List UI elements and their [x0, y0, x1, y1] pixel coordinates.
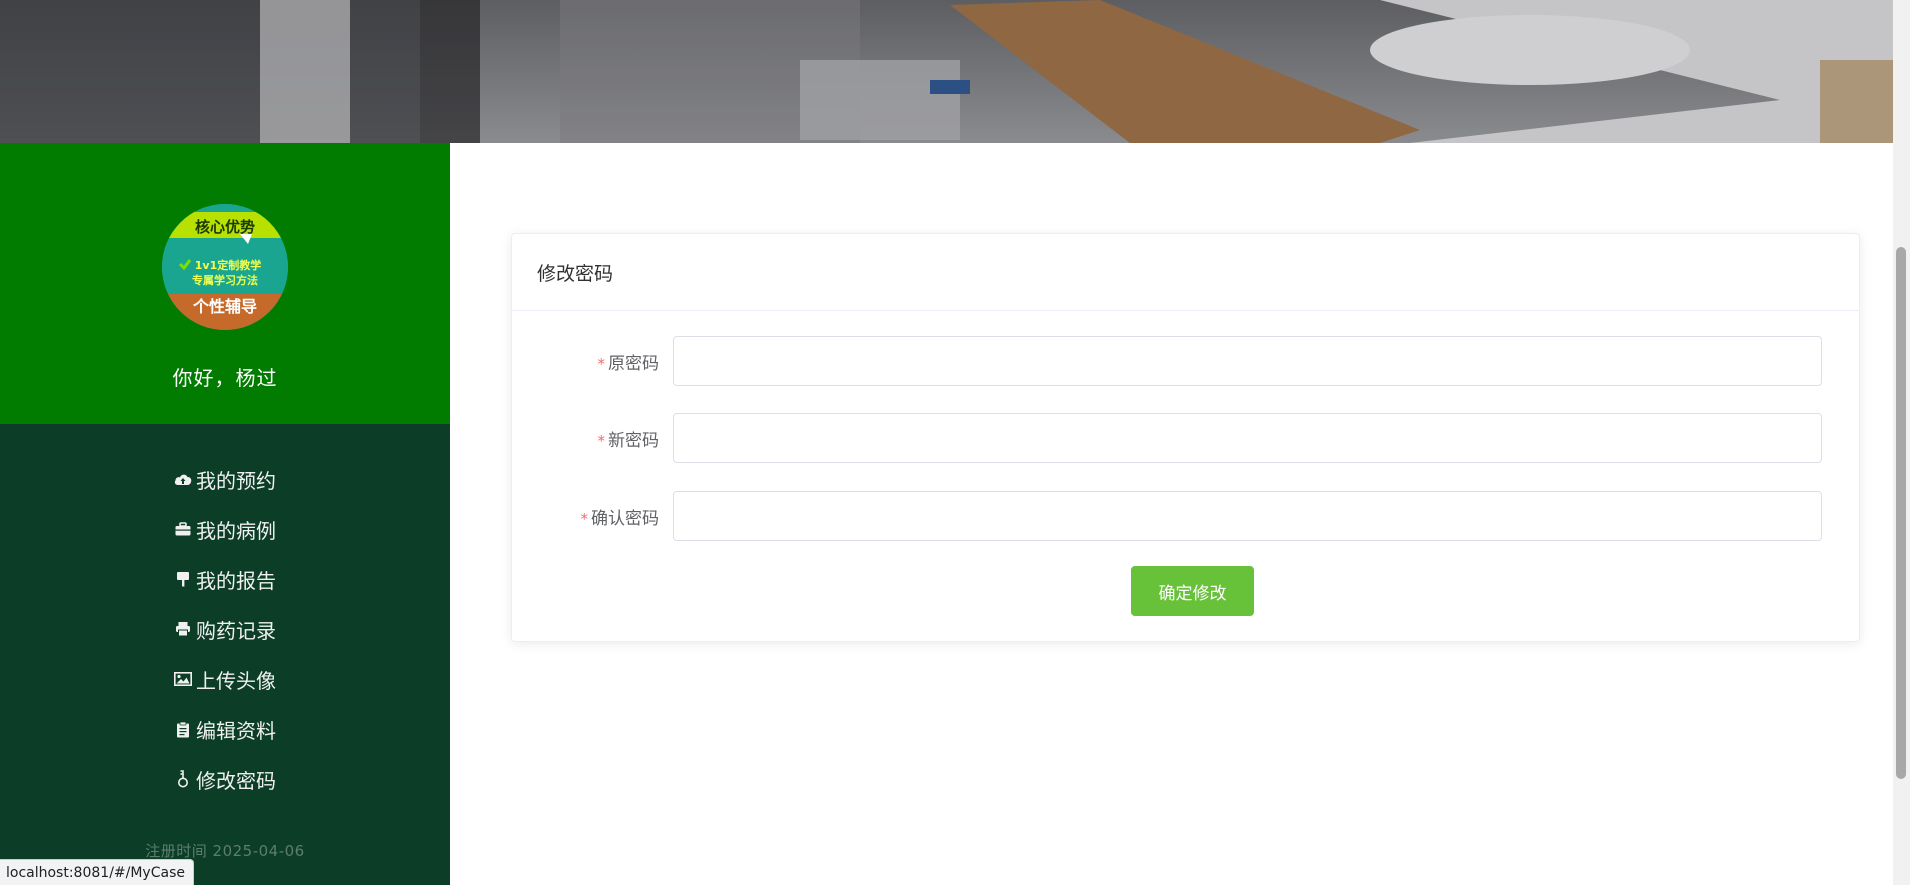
old-password-input[interactable] [673, 336, 1822, 386]
required-mark: * [580, 509, 589, 528]
sidebar-item-appointments[interactable]: 我的预约 [174, 454, 276, 504]
printer-icon [174, 620, 192, 638]
form-row-old-password: * 原密码 [512, 336, 1859, 386]
avatar-line4: 个性辅导 [192, 297, 257, 316]
page-scrollbar[interactable] [1893, 0, 1910, 885]
sidebar-item-purchase-records[interactable]: 购药记录 [174, 604, 276, 654]
scrollbar-thumb[interactable] [1896, 247, 1906, 779]
new-password-input[interactable] [673, 413, 1822, 463]
avatar-line1: 核心优势 [195, 218, 255, 236]
form-actions: 确定修改 [512, 566, 1859, 616]
required-mark: * [597, 431, 606, 450]
sidebar-item-cases[interactable]: 我的病例 [174, 504, 276, 554]
sidebar-item-label: 购药记录 [196, 618, 276, 643]
old-password-label: * 原密码 [512, 349, 673, 374]
sidebar-menu: 我的预约 我的病例 我的报告 购药记录 上传头像 编辑资料 修改密码 [0, 424, 450, 804]
briefcase-icon [174, 520, 192, 538]
register-time: 注册时间 2025-04-06 [145, 842, 305, 860]
greeting: 你好，杨过 [172, 366, 278, 390]
form-row-confirm-password: * 确认密码 [512, 491, 1859, 541]
signpost-icon [174, 570, 192, 588]
sidebar-item-label: 上传头像 [196, 668, 276, 693]
sidebar-item-label: 我的预约 [196, 468, 276, 493]
sidebar-item-edit-profile[interactable]: 编辑资料 [174, 704, 276, 754]
confirm-password-input[interactable] [673, 491, 1822, 541]
sidebar-item-label: 我的病例 [196, 518, 276, 543]
avatar[interactable]: 核心优势 1v1定制教学 专属学习方法 个性辅导 [162, 204, 288, 330]
header-banner-image [0, 0, 1893, 143]
sidebar-item-label: 编辑资料 [196, 718, 276, 743]
avatar-line2: 1v1定制教学 [195, 258, 261, 272]
sidebar-item-label: 修改密码 [196, 768, 276, 793]
card-title: 修改密码 [512, 234, 1859, 311]
sidebar-item-label: 我的报告 [196, 568, 276, 593]
sidebar-profile: 核心优势 1v1定制教学 专属学习方法 个性辅导 你好，杨过 [0, 143, 450, 424]
cloud-upload-icon [174, 470, 192, 488]
required-mark: * [597, 354, 606, 373]
sidebar-item-change-password[interactable]: 修改密码 [174, 754, 276, 804]
key-icon [174, 770, 192, 788]
avatar-line3: 专属学习方法 [192, 273, 258, 287]
confirm-change-button[interactable]: 确定修改 [1131, 566, 1254, 616]
picture-icon [174, 670, 192, 688]
sidebar: 核心优势 1v1定制教学 专属学习方法 个性辅导 你好，杨过 我的预约 我的病例 [0, 143, 450, 885]
status-bar-url: localhost:8081/#/MyCase [0, 859, 194, 885]
sidebar-item-upload-avatar[interactable]: 上传头像 [174, 654, 276, 704]
new-password-label: * 新密码 [512, 426, 673, 451]
new-password-label-text: 新密码 [608, 430, 659, 451]
clipboard-icon [174, 720, 192, 738]
sidebar-item-reports[interactable]: 我的报告 [174, 554, 276, 604]
change-password-form: * 原密码 * 新密码 * 确认密码 确定修改 [512, 311, 1859, 616]
confirm-password-label: * 确认密码 [512, 504, 673, 529]
old-password-label-text: 原密码 [608, 353, 659, 374]
confirm-password-label-text: 确认密码 [591, 508, 659, 529]
form-row-new-password: * 新密码 [512, 413, 1859, 463]
change-password-card: 修改密码 * 原密码 * 新密码 * 确认密码 确定修改 [511, 233, 1860, 642]
